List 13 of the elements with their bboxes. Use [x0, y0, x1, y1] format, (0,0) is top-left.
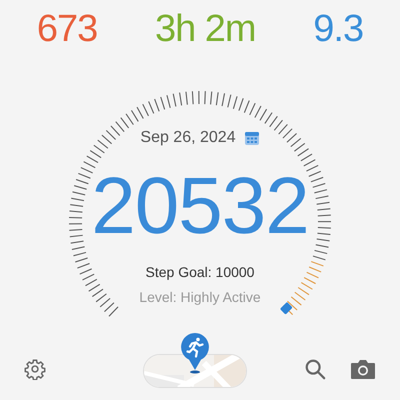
calendar-icon[interactable] — [244, 130, 260, 146]
stat-value: 673 — [36, 10, 98, 48]
activity-level-text: Level: Highly Active — [139, 288, 261, 307]
step-count: 20532 — [91, 166, 309, 246]
step-goal-text: Step Goal: 10000 — [146, 263, 254, 282]
runner-pin-icon[interactable] — [180, 332, 210, 374]
gauge-marker — [280, 302, 293, 315]
stat-value: 3h 2m — [154, 10, 256, 48]
stat-value: 9.3 — [313, 10, 364, 48]
settings-icon[interactable] — [24, 358, 46, 380]
camera-icon[interactable] — [350, 358, 376, 380]
search-icon[interactable] — [304, 358, 326, 380]
date-text: Sep 26, 2024 — [140, 128, 236, 148]
